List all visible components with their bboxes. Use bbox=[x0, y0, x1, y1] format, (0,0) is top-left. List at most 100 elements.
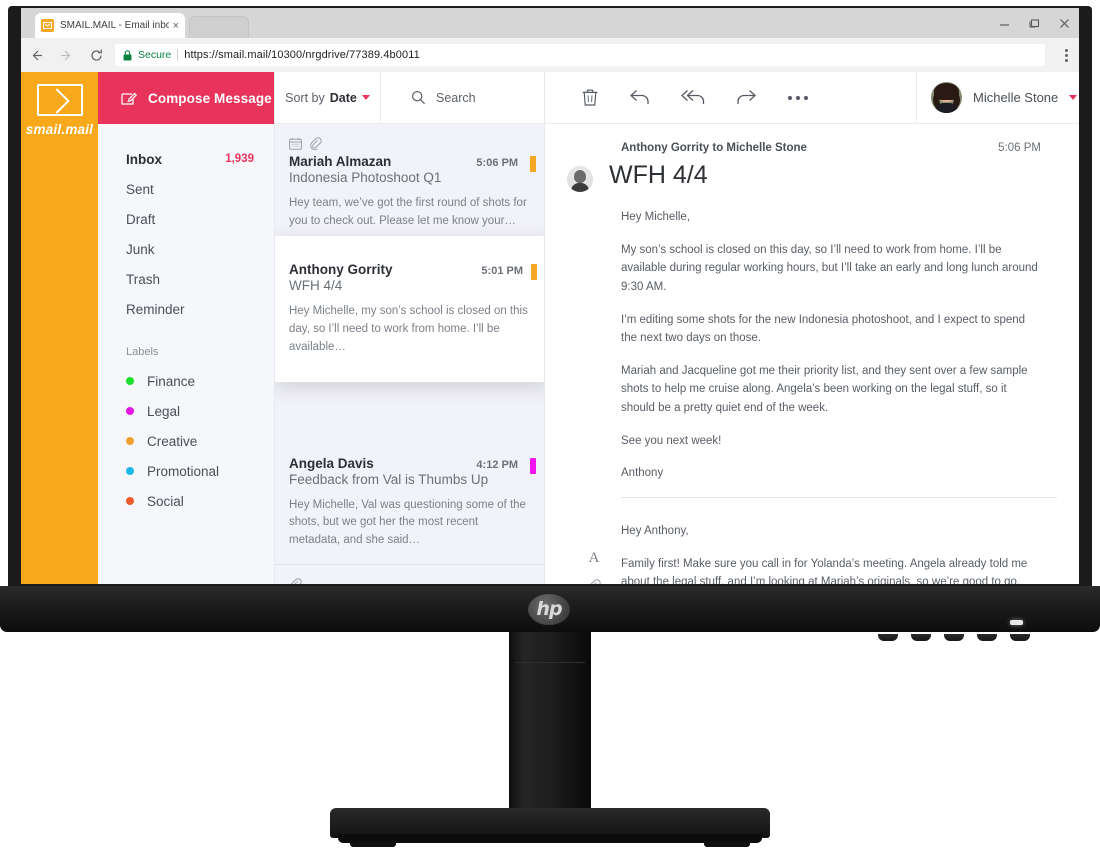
sidebar-item-label: Junk bbox=[126, 241, 155, 257]
label-item-promotional[interactable]: Promotional bbox=[98, 456, 274, 486]
label-item-label: Creative bbox=[147, 433, 198, 449]
monitor-stand-neck bbox=[509, 632, 591, 824]
reader-actions bbox=[545, 88, 808, 107]
stand-seam bbox=[515, 662, 585, 663]
reply-all-icon[interactable] bbox=[681, 88, 707, 107]
reload-button[interactable] bbox=[81, 40, 111, 70]
monitor-osd-button[interactable] bbox=[944, 634, 964, 641]
email-subject: WFH 4/4 bbox=[289, 278, 343, 293]
mail-app: smail.mail Compose Message Inbox 1,939 S… bbox=[21, 71, 1079, 584]
label-item-social[interactable]: Social bbox=[98, 486, 274, 516]
forward-icon[interactable] bbox=[737, 88, 758, 107]
calendar-icon bbox=[289, 137, 302, 150]
compose-message-button[interactable]: Compose Message bbox=[98, 72, 274, 124]
account-name: Michelle Stone bbox=[973, 90, 1059, 105]
reply-toolbar: A bbox=[567, 522, 621, 584]
browser-omnibar: Secure https://smail.mail/10300/nrgdrive… bbox=[21, 38, 1079, 72]
minimize-button[interactable] bbox=[997, 16, 1011, 30]
paperclip-icon[interactable] bbox=[587, 579, 601, 584]
sidebar-item-draft[interactable]: Draft bbox=[98, 204, 274, 234]
sidebar-item-label: Inbox bbox=[126, 151, 162, 167]
email-list[interactable]: Mariah Almazan 5:06 PM Indonesia Photosh… bbox=[275, 124, 544, 584]
email-subject: Feedback from Val is Thumbs Up bbox=[289, 471, 489, 487]
url-separator bbox=[177, 49, 179, 61]
label-item-creative[interactable]: Creative bbox=[98, 426, 274, 456]
message-paragraph: Mariah and Jacqueline got me their prior… bbox=[621, 364, 1028, 414]
email-sender: Angela Davis bbox=[289, 455, 374, 471]
back-button[interactable] bbox=[21, 40, 51, 70]
brand-wordmark: smail.mail bbox=[25, 122, 94, 137]
label-dot-social bbox=[126, 497, 134, 505]
message-participants: Anthony Gorrity to Michelle Stone bbox=[621, 142, 807, 154]
reader-toolbar: Michelle Stone bbox=[545, 71, 1079, 124]
search-label: Search bbox=[436, 90, 476, 105]
sidebar-item-label: Sent bbox=[126, 181, 154, 197]
sidebar-item-label: Trash bbox=[126, 271, 161, 287]
stand-foot bbox=[350, 842, 396, 847]
email-flag bbox=[531, 264, 537, 280]
trash-icon[interactable] bbox=[581, 88, 599, 107]
email-sender: Mariah Almazan bbox=[289, 154, 392, 169]
label-item-legal[interactable]: Legal bbox=[98, 396, 274, 426]
lock-icon bbox=[123, 49, 132, 61]
secure-label: Secure bbox=[138, 49, 172, 61]
message-paragraph: Anthony bbox=[621, 467, 664, 480]
chevron-down-icon bbox=[1069, 95, 1078, 100]
tab-close-icon[interactable]: × bbox=[173, 20, 179, 32]
browser-tabstrip: SMAIL.MAIL - Email inbo × bbox=[21, 8, 1079, 38]
paperclip-icon bbox=[309, 137, 322, 150]
envelope-icon bbox=[36, 84, 83, 116]
chevron-down-icon bbox=[361, 95, 370, 100]
email-time: 5:01 PM bbox=[481, 265, 523, 277]
format-text-icon[interactable]: A bbox=[589, 550, 600, 567]
message-paragraph: See you next week! bbox=[621, 434, 722, 447]
sidebar-item-junk[interactable]: Junk bbox=[98, 234, 274, 264]
forward-button[interactable] bbox=[51, 40, 81, 70]
list-item[interactable]: Mariah Almazan 5:06 PM Indonesia Photosh… bbox=[275, 124, 544, 246]
message-divider bbox=[621, 496, 1057, 498]
reply-compose-area[interactable]: A Hey Anthony, Family first! Make sure y… bbox=[567, 522, 1057, 584]
more-dots-icon[interactable] bbox=[788, 95, 808, 100]
message-meta: Anthony Gorrity to Michelle Stone 5:06 P… bbox=[567, 142, 1057, 154]
reply-paragraph: Hey Anthony, bbox=[621, 524, 689, 537]
browser-tab-title: SMAIL.MAIL - Email inbo bbox=[60, 20, 169, 31]
email-sender: Anthony Gorrity bbox=[289, 262, 393, 277]
list-item[interactable]: Yolanda Rivas 3:47 PM Energy Awareness S… bbox=[275, 565, 544, 584]
monitor-osd-button[interactable] bbox=[977, 634, 997, 641]
monitor-power-button[interactable] bbox=[1010, 634, 1030, 641]
email-preview: Hey Michelle, my son’s school is closed … bbox=[289, 305, 528, 353]
message-view: Anthony Gorrity to Michelle Stone 5:06 P… bbox=[545, 124, 1079, 584]
sidebar-item-inbox[interactable]: Inbox 1,939 bbox=[98, 144, 274, 174]
close-button[interactable] bbox=[1057, 16, 1071, 30]
account-menu[interactable]: Michelle Stone bbox=[916, 71, 1079, 124]
list-item[interactable]: Angela Davis 4:12 PM Feedback from Val i… bbox=[275, 431, 544, 566]
monitor-osd-button[interactable] bbox=[911, 634, 931, 641]
monitor-osd-button[interactable] bbox=[878, 634, 898, 641]
search-button[interactable]: Search bbox=[381, 72, 544, 124]
list-item-selected[interactable]: Anthony Gorrity 5:01 PM WFH 4/4 Hey Mich… bbox=[275, 236, 544, 383]
monitor-stand-base-lip bbox=[338, 834, 762, 843]
label-item-label: Legal bbox=[147, 403, 181, 419]
url-bar[interactable]: Secure https://smail.mail/10300/nrgdrive… bbox=[115, 44, 1045, 66]
browser-tab-inactive[interactable] bbox=[189, 16, 249, 38]
sidebar-item-sent[interactable]: Sent bbox=[98, 174, 274, 204]
email-subject: Indonesia Photoshoot Q1 bbox=[289, 170, 442, 185]
sidebar-item-reminder[interactable]: Reminder bbox=[98, 294, 274, 324]
avatar bbox=[931, 82, 962, 113]
label-dot-promotional bbox=[126, 467, 134, 475]
browser-window: SMAIL.MAIL - Email inbo × Secure https:/… bbox=[21, 8, 1079, 584]
reply-text[interactable]: Hey Anthony, Family first! Make sure you… bbox=[621, 522, 1041, 584]
labels-heading: Labels bbox=[126, 346, 159, 358]
sort-by-date-button[interactable]: Sort by Date bbox=[275, 71, 381, 124]
power-led bbox=[1010, 620, 1023, 625]
browser-tab[interactable]: SMAIL.MAIL - Email inbo × bbox=[35, 13, 185, 38]
sidebar-item-label: Draft bbox=[126, 211, 156, 227]
label-dot-finance bbox=[126, 377, 134, 385]
label-item-finance[interactable]: Finance bbox=[98, 366, 274, 396]
message-time: 5:06 PM bbox=[998, 142, 1041, 154]
reply-icon[interactable] bbox=[629, 88, 651, 107]
maximize-button[interactable] bbox=[1027, 16, 1041, 30]
browser-menu-button[interactable] bbox=[1053, 40, 1079, 70]
message-paragraph: I’m editing some shots for the new Indon… bbox=[621, 313, 1026, 345]
sidebar-item-trash[interactable]: Trash bbox=[98, 264, 274, 294]
